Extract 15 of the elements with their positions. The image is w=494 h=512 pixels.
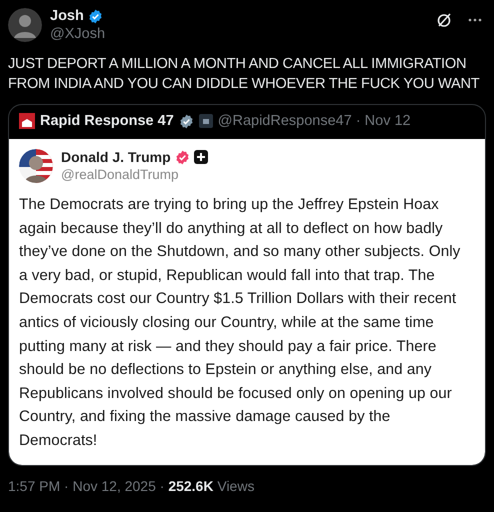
author-name[interactable]: Josh xyxy=(50,8,84,24)
user-avatar[interactable] xyxy=(8,8,42,42)
author-name: Donald J. Trump xyxy=(61,149,171,165)
plus-icon xyxy=(194,150,208,164)
post-text: JUST DEPORT A MILLION A MONTH AND CANCEL ALL IMMIGRATION FROM INDIA AND YOU CAN DIDDLE WHOEVER THE FUCK YOU WANT xyxy=(8,55,480,94)
post-timestamp-views: 1:57 PM · Nov 12, 2025 · 252.6K Views xyxy=(8,478,256,494)
author-handle[interactable]: @XJosh xyxy=(50,26,428,42)
slashed-circle-icon[interactable] xyxy=(436,12,452,28)
embedded-post-text: The Democrats are trying to bring up the Jeffrey Epstein Hoax again because they’ll do anything at all to deflect on how badly they’ve done on the Shutdown, and so many other subjects. Only a very bad, or stupid, Republican would fall into that trap. The Democrats cost our Country $1.5 Trillion Dollars with their recent antics of viciously closing our Country, while at the same time putting many at risk — and they should pay a fair price. There should be no deflections to Epstein or anything else, and any Republicans involved should be focused only on opening up our Country, and fixing the massive damage caused by the Democrats! xyxy=(19,195,462,451)
author-handle: @realDonaldTrump xyxy=(61,167,180,182)
quoted-author-name[interactable]: Rapid Response 47 xyxy=(40,113,174,129)
more-icon[interactable] xyxy=(468,18,482,22)
user-avatar xyxy=(19,149,53,183)
building-logo-icon xyxy=(19,113,35,129)
quoted-post-meta: @RapidResponse47 · Nov 12 xyxy=(218,113,411,129)
